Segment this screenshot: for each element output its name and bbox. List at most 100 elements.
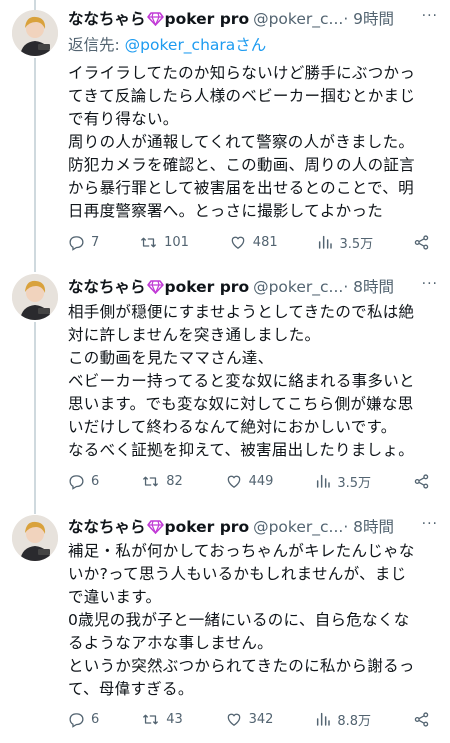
views-count: 8.8万 <box>337 713 372 729</box>
tweet-header: ななちゃら poker pro @poker_c...· 8時間 <box>68 276 440 298</box>
tweet-line: 防犯カメラを確認と、この動画、周りの人の証言 <box>68 156 415 174</box>
retweet-button[interactable]: 43 <box>141 711 183 728</box>
avatar[interactable] <box>12 515 58 561</box>
tweet-line: というか突然ぶつかられてきたのに私から謝るっ <box>68 657 415 675</box>
tweet-line: イライラしてたのか知らないけど勝手にぶつかっ <box>68 64 416 82</box>
reply-icon <box>69 235 84 251</box>
tweet-line: 思います。でも変な奴に対してこちら側が嫌な思 <box>68 395 414 413</box>
user-handle[interactable]: @poker_c... <box>253 10 343 28</box>
tweet-line: ベビーカー持ってると変な奴に絡まれる事多いと <box>68 372 415 390</box>
reply-count: 7 <box>91 234 100 250</box>
views-icon <box>317 474 331 488</box>
display-name-suffix[interactable]: poker pro <box>165 518 250 536</box>
thread-line <box>34 58 36 260</box>
tweet-text: イライラしてたのか知らないけど勝手にぶつかっ てきて反論したら人様のベビーカー掴… <box>68 62 440 223</box>
tweet-line: いか?って思う人もいるかもしれませんが、まじ <box>68 565 407 583</box>
reply-button[interactable]: 6 <box>68 473 99 490</box>
avatar[interactable] <box>12 274 58 320</box>
share-button[interactable] <box>413 473 430 490</box>
tweet-line: なるべく証拠を抑えて、被害届出したりましょ。 <box>68 441 415 459</box>
display-name-suffix[interactable]: poker pro <box>165 10 250 28</box>
views-count: 3.5万 <box>339 236 374 252</box>
tweet-line: るようなアホな事しません。 <box>68 634 273 652</box>
views-button[interactable]: 8.8万 <box>315 710 371 729</box>
display-name-suffix[interactable]: poker pro <box>165 278 250 296</box>
avatar-image <box>12 274 58 320</box>
gem-icon <box>146 10 164 32</box>
more-options-icon[interactable]: ··· <box>422 276 438 292</box>
like-button[interactable]: 342 <box>225 711 274 728</box>
tweet-line: 対に許しませんを突き通しました。 <box>68 326 321 344</box>
thread-line <box>34 322 36 500</box>
views-button[interactable]: 3.5万 <box>317 233 373 252</box>
reply-count: 6 <box>91 473 100 489</box>
tweet-text: 補足・私が何かしておっちゃんがキレたんじゃな いか?って思う人もいるかもしれませ… <box>68 540 440 701</box>
views-button[interactable]: 3.5万 <box>315 472 371 491</box>
share-icon <box>414 234 429 250</box>
reply-button[interactable]: 6 <box>68 711 99 728</box>
more-options-icon[interactable]: ··· <box>422 516 438 532</box>
user-handle[interactable]: @poker_c... <box>253 278 343 296</box>
like-button[interactable]: 449 <box>225 473 274 490</box>
heart-icon <box>227 713 240 726</box>
retweet-button[interactable]: 82 <box>141 473 183 490</box>
thread-line-top <box>34 0 36 10</box>
tweet-text: 相手側が穏便にすませようとしてきたので私は絶 対に許しませんを突き通しました。 … <box>68 301 440 462</box>
heart-icon <box>231 236 245 249</box>
action-bar: 7 101 481 3.5万 <box>68 232 430 252</box>
timestamp[interactable]: · 9時間 <box>343 10 394 28</box>
views-count: 3.5万 <box>337 475 372 491</box>
share-button[interactable] <box>413 711 430 728</box>
thread-line-top <box>34 500 36 514</box>
user-handle[interactable]: @poker_c... <box>253 518 343 536</box>
tweet-line: で有り得ない。 <box>68 110 179 128</box>
retweet-icon <box>143 714 159 724</box>
tweet-3[interactable]: ななちゃら poker pro @poker_c...· 8時間 ··· 補足・私が… <box>0 500 450 743</box>
tweet-line: この動画を見たママさん達、 <box>68 349 274 367</box>
retweet-icon <box>141 237 157 247</box>
avatar[interactable] <box>12 10 58 56</box>
tweet-line: 日再度警察署へ。とっさに撮影してよかった <box>68 202 384 220</box>
retweet-count: 82 <box>166 473 183 489</box>
display-name[interactable]: ななちゃら <box>68 10 146 28</box>
timestamp[interactable]: · 8時間 <box>343 278 394 296</box>
more-options-icon[interactable]: ··· <box>422 8 438 24</box>
reply-icon <box>69 474 84 490</box>
retweet-count: 43 <box>166 711 183 727</box>
views-icon <box>317 712 331 726</box>
tweet-line: 周りの人が通報してくれて警察の人がきました。 <box>68 133 415 151</box>
display-name[interactable]: ななちゃら <box>68 278 146 296</box>
reply-button[interactable]: 7 <box>68 234 99 251</box>
tweet-2[interactable]: ななちゃら poker pro @poker_c...· 8時間 ··· 相手側が穏… <box>0 260 450 500</box>
tweet-header: ななちゃら poker pro @poker_c...· 8時間 <box>68 516 440 538</box>
retweet-button[interactable]: 101 <box>139 234 189 251</box>
reply-to-line: 返信先: @poker_charaさん <box>68 34 266 56</box>
action-bar: 6 82 449 3.5万 <box>68 471 430 491</box>
retweet-count: 101 <box>164 234 189 250</box>
tweet-line: いだけして終わるなんて絶対におかしいです。 <box>68 418 397 436</box>
tweet-line: から暴行罪として被害届を出せるとのことで、明 <box>68 179 414 197</box>
action-bar: 6 43 342 8.8万 <box>68 709 430 729</box>
gem-icon <box>146 278 164 300</box>
display-name[interactable]: ななちゃら <box>68 518 146 536</box>
tweet-1[interactable]: ななちゃら poker pro @poker_c...· 9時間 ··· 返信先: … <box>0 0 450 260</box>
timestamp[interactable]: · 8時間 <box>343 518 394 536</box>
share-button[interactable] <box>413 234 430 251</box>
thread-line-top <box>34 260 36 272</box>
like-count: 481 <box>252 234 278 250</box>
like-button[interactable]: 481 <box>229 234 278 251</box>
tweet-line: てきて反論したら人様のベビーカー掴むとかまじ <box>68 87 416 105</box>
reply-mention-link[interactable]: @poker_charaさん <box>125 36 267 54</box>
tweet-line: 補足・私が何かしておっちゃんがキレたんじゃな <box>68 542 415 560</box>
tweet-line: て、母偉すぎる。 <box>68 680 194 698</box>
tweet-line: で違います。 <box>68 588 162 606</box>
gem-icon <box>146 518 164 540</box>
tweet-line: 相手側が穏便にすませようとしてきたので私は絶 <box>68 303 415 321</box>
heart-icon <box>227 475 240 488</box>
reply-count: 6 <box>91 711 100 727</box>
like-count: 449 <box>248 473 274 489</box>
avatar-image <box>12 10 58 56</box>
tweet-header: ななちゃら poker pro @poker_c...· 9時間 <box>68 8 440 30</box>
reply-icon <box>69 712 84 728</box>
like-count: 342 <box>248 711 274 727</box>
